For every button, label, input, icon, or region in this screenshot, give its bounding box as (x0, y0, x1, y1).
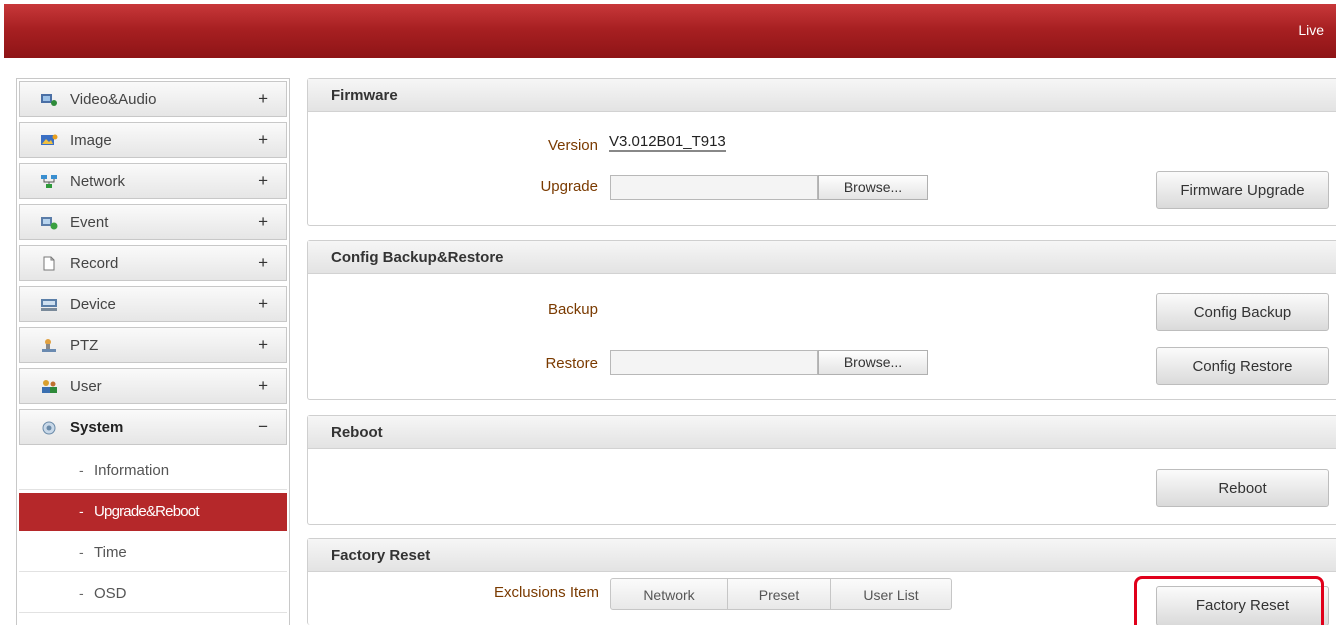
sidebar-item-user[interactable]: User + (19, 368, 287, 404)
firmware-file-input[interactable] (610, 175, 818, 200)
network-icon (41, 175, 57, 188)
config-backup-button[interactable]: Config Backup (1156, 293, 1329, 331)
firmware-panel: Firmware Version V3.012B01_T913 Upgrade … (307, 78, 1336, 226)
sidebar-subitem-osd[interactable]: - OSD (19, 575, 287, 613)
reboot-panel-title: Reboot (308, 416, 1336, 449)
reboot-button[interactable]: Reboot (1156, 469, 1329, 507)
backup-label: Backup (547, 301, 598, 318)
factory-reset-panel-title: Factory Reset (308, 539, 1336, 572)
video-audio-icon (41, 94, 57, 106)
sidebar-subitem-information[interactable]: - Information (19, 452, 287, 490)
upgrade-label: Upgrade (540, 178, 598, 195)
sidebar-item-video-audio[interactable]: Video&Audio + (19, 81, 287, 117)
firmware-panel-title: Firmware (308, 79, 1336, 112)
sidebar-item-system[interactable]: System − (19, 409, 287, 445)
version-label: Version (547, 137, 598, 154)
version-value: V3.012B01_T913 (609, 133, 726, 152)
factory-reset-highlight (1134, 576, 1324, 625)
live-link[interactable]: Live (1298, 22, 1324, 38)
firmware-browse-button[interactable]: Browse... (818, 175, 928, 200)
event-icon (41, 217, 58, 230)
sidebar-item-ptz[interactable]: PTZ + (19, 327, 287, 363)
image-icon (41, 134, 58, 145)
sidebar-item-record[interactable]: Record + (19, 245, 287, 281)
sidebar-subitem-upgrade-reboot[interactable]: - Upgrade&Reboot (19, 493, 287, 531)
config-browse-button[interactable]: Browse... (818, 350, 928, 375)
device-icon (41, 299, 57, 311)
reboot-panel: Reboot Reboot (307, 415, 1336, 525)
exclusion-network-toggle[interactable]: Network (610, 578, 728, 610)
user-icon (42, 380, 57, 393)
config-panel: Config Backup&Restore Backup Config Back… (307, 240, 1336, 400)
exclusion-preset-toggle[interactable]: Preset (727, 578, 831, 610)
sidebar-subitem-time[interactable]: - Time (19, 534, 287, 572)
sidebar-menu: Video&Audio + Image + Network + Event + … (16, 78, 290, 625)
exclusion-user-list-toggle[interactable]: User List (830, 578, 952, 610)
config-file-input[interactable] (610, 350, 818, 375)
config-restore-button[interactable]: Config Restore (1156, 347, 1329, 385)
ptz-icon (42, 339, 56, 352)
firmware-upgrade-button[interactable]: Firmware Upgrade (1156, 171, 1329, 209)
system-icon (42, 421, 56, 435)
sidebar-item-network[interactable]: Network + (19, 163, 287, 199)
restore-label: Restore (545, 355, 598, 372)
exclusions-label: Exclusions Item (493, 584, 599, 601)
config-panel-title: Config Backup&Restore (308, 241, 1336, 274)
sidebar-item-image[interactable]: Image + (19, 122, 287, 158)
top-header-bar: Live (4, 4, 1336, 58)
sidebar-item-event[interactable]: Event + (19, 204, 287, 240)
record-icon (43, 256, 55, 271)
sidebar-item-device[interactable]: Device + (19, 286, 287, 322)
